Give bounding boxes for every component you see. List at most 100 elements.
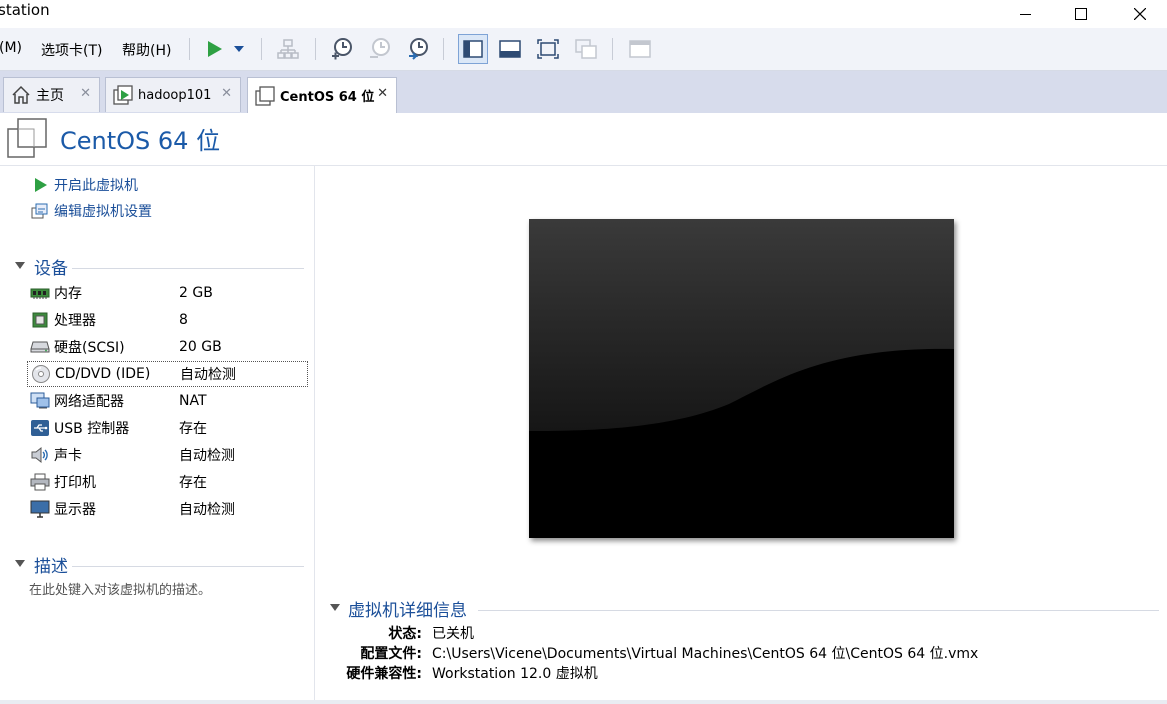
detail-row-config-file: 配置文件: C:\Users\Vicene\Documents\Virtual … <box>326 643 1167 663</box>
network-adapter-icon <box>29 390 51 412</box>
devices-section-header[interactable]: 设备 <box>12 254 304 279</box>
title-bar: station <box>0 0 1167 28</box>
device-row-sound[interactable]: 声卡 自动检测 <box>27 442 308 468</box>
device-value: 存在 <box>179 421 207 437</box>
device-value: 存在 <box>179 475 207 491</box>
toolbar-separator <box>443 38 444 60</box>
tab-close-icon[interactable]: ✕ <box>377 86 388 101</box>
device-value: 2 GB <box>179 285 213 301</box>
snapshot-manager-icon <box>409 38 428 60</box>
maximize-icon <box>1075 8 1087 20</box>
snapshot-take-button[interactable] <box>328 35 356 63</box>
vm-screen-thumbnail <box>529 219 954 538</box>
device-row-usb[interactable]: USB 控制器 存在 <box>27 415 308 441</box>
detail-value: Workstation 12.0 虚拟机 <box>432 666 598 682</box>
menu-help[interactable]: 帮助(H) <box>122 40 171 60</box>
menu-tabs[interactable]: 选项卡(T) <box>41 40 102 60</box>
cdrom-icon <box>30 363 52 385</box>
details-title: 虚拟机详细信息 <box>348 601 467 621</box>
cpu-icon <box>29 309 51 331</box>
toolbar: (M) 选项卡(T) 帮助(H) <box>0 28 1167 71</box>
device-name: 声卡 <box>54 448 82 464</box>
minimize-button[interactable] <box>1002 0 1048 28</box>
device-name: 显示器 <box>54 502 96 518</box>
network-button[interactable] <box>274 35 302 63</box>
tab-label: CentOS 64 位 <box>280 90 375 105</box>
section-divider <box>72 268 304 269</box>
power-on-vm-link[interactable]: 开启此虚拟机 <box>30 174 138 196</box>
device-value: 自动检测 <box>179 448 235 464</box>
unity-button[interactable] <box>572 35 600 63</box>
collapse-triangle-icon[interactable] <box>330 604 340 611</box>
section-divider <box>478 610 1159 611</box>
console-view-button[interactable] <box>496 35 524 63</box>
minimize-icon <box>1019 13 1031 15</box>
menu-vm[interactable]: (M) <box>0 40 22 56</box>
maximize-button[interactable] <box>1058 0 1104 28</box>
network-icon <box>277 39 299 59</box>
printer-icon <box>29 471 51 493</box>
tab-home[interactable]: 主页 ✕ <box>3 77 100 112</box>
window-title: station <box>0 1 50 19</box>
tab-close-icon[interactable]: ✕ <box>80 86 91 101</box>
snapshot-manager-button[interactable] <box>404 35 432 63</box>
vm-running-icon <box>112 84 134 106</box>
tab-hadoop101[interactable]: hadoop101 ✕ <box>105 77 241 112</box>
library-view-button[interactable] <box>458 34 488 64</box>
unity-icon <box>575 39 597 59</box>
description-section-header[interactable]: 描述 <box>12 552 304 577</box>
power-on-vm-label: 开启此虚拟机 <box>54 178 138 194</box>
home-icon <box>10 84 32 106</box>
console-view-icon <box>499 40 521 58</box>
play-icon <box>208 41 222 57</box>
collapse-triangle-icon <box>15 560 25 567</box>
vm-screen-preview[interactable] <box>529 219 954 538</box>
tab-label: hadoop101 <box>138 87 212 103</box>
device-value: NAT <box>179 393 207 409</box>
device-name: USB 控制器 <box>54 421 130 437</box>
vm-header: CentOS 64 位 <box>0 113 1167 166</box>
library-view-icon <box>463 40 483 58</box>
detail-key: 状态: <box>388 626 422 642</box>
toolbar-separator <box>261 38 262 60</box>
detail-row-state: 状态: 已关机 <box>326 623 1167 643</box>
device-row-display[interactable]: 显示器 自动检测 <box>27 496 308 522</box>
power-on-button[interactable] <box>200 35 228 63</box>
device-row-cdrom[interactable]: CD/DVD (IDE) 自动检测 <box>27 361 308 387</box>
device-row-memory[interactable]: 内存 2 GB <box>27 280 308 306</box>
device-name: 内存 <box>54 286 82 302</box>
thumbnail-button[interactable] <box>626 35 654 63</box>
tab-centos[interactable]: CentOS 64 位 ✕ <box>247 77 397 113</box>
vm-summary-pane: 开启此虚拟机 编辑虚拟机设置 设备 内存 2 GB 处理器 8 硬盘(SCSI)… <box>0 166 315 704</box>
snapshot-take-icon <box>332 38 352 60</box>
description-field[interactable]: 在此处键入对该虚拟机的描述。 <box>29 579 211 598</box>
tab-bar: 主页 ✕ hadoop101 ✕ CentOS 64 位 ✕ <box>0 71 1167 113</box>
fullscreen-button[interactable] <box>534 35 562 63</box>
device-value: 20 GB <box>179 339 222 355</box>
settings-icon <box>30 201 50 221</box>
section-divider <box>72 566 304 567</box>
tab-close-icon[interactable]: ✕ <box>221 86 232 101</box>
device-row-harddisk[interactable]: 硬盘(SCSI) 20 GB <box>27 334 308 360</box>
device-row-processor[interactable]: 处理器 8 <box>27 307 308 333</box>
toolbar-separator <box>315 38 316 60</box>
devices-title: 设备 <box>34 259 68 279</box>
vm-title: CentOS 64 位 <box>60 127 221 155</box>
device-row-printer[interactable]: 打印机 存在 <box>27 469 308 495</box>
detail-key: 配置文件: <box>360 646 422 662</box>
close-icon <box>1134 8 1146 20</box>
close-window-button[interactable] <box>1117 0 1163 28</box>
device-name: 打印机 <box>54 475 96 491</box>
detail-value: 已关机 <box>432 626 474 642</box>
device-row-network-adapter[interactable]: 网络适配器 NAT <box>27 388 308 414</box>
vm-icon <box>254 85 276 107</box>
bottom-border <box>0 700 1167 704</box>
description-title: 描述 <box>34 557 68 577</box>
memory-icon <box>29 282 51 304</box>
power-dropdown-button[interactable] <box>228 35 250 63</box>
fullscreen-icon <box>537 39 559 59</box>
play-icon <box>30 175 50 195</box>
device-name: 硬盘(SCSI) <box>54 340 125 356</box>
edit-vm-settings-link[interactable]: 编辑虚拟机设置 <box>30 200 152 222</box>
snapshot-revert-button[interactable] <box>366 35 394 63</box>
